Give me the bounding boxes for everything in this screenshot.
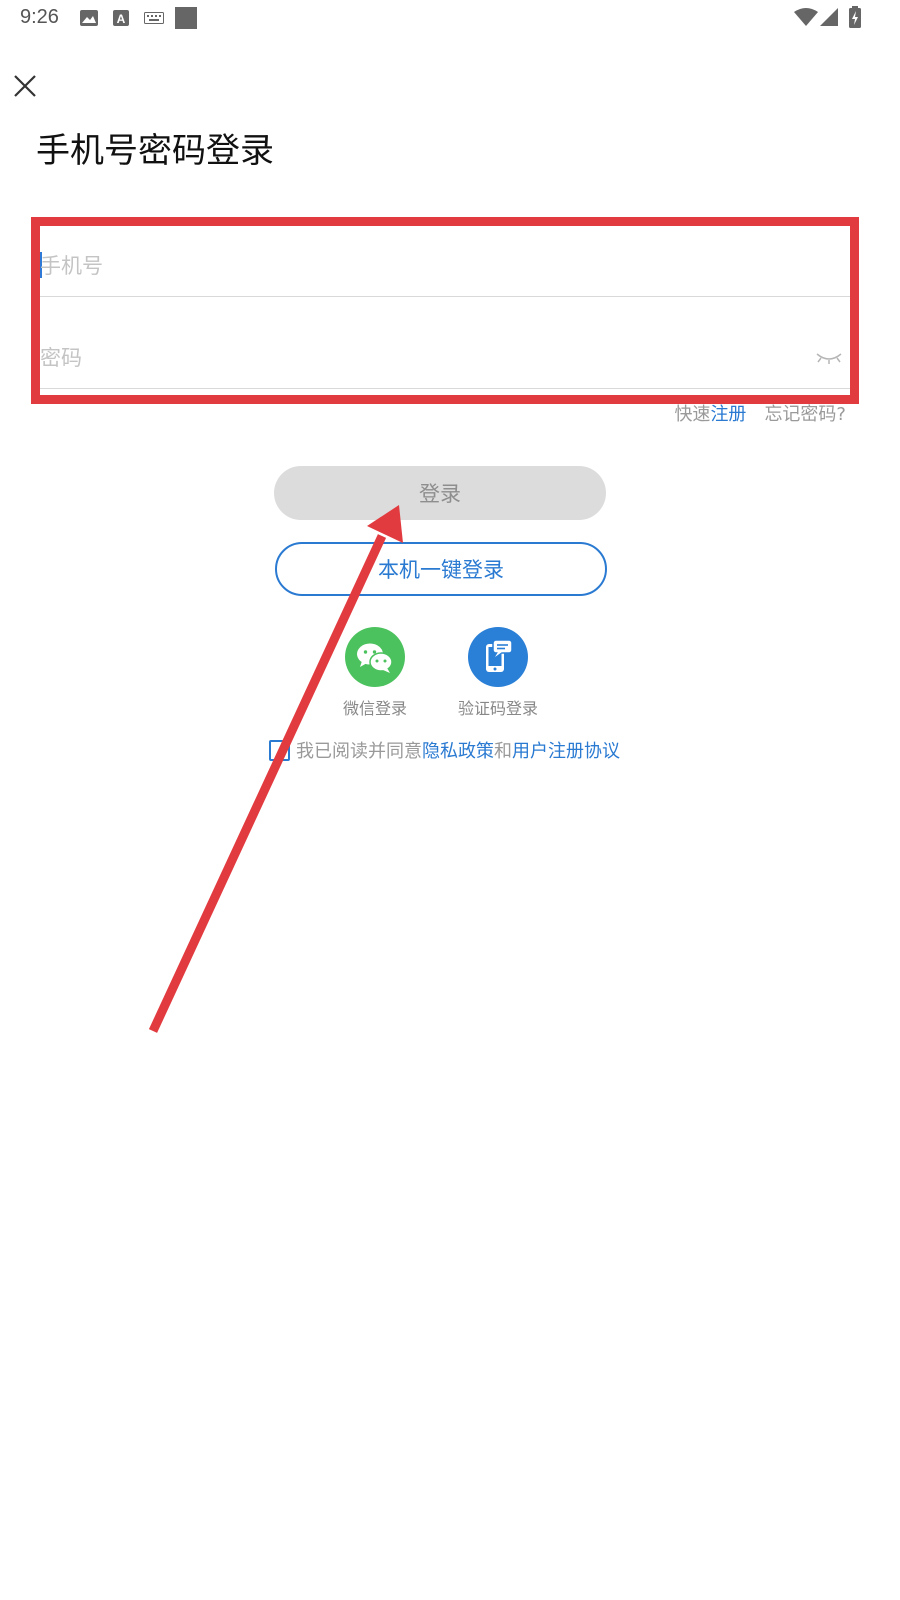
square-icon bbox=[175, 7, 197, 29]
image-icon bbox=[80, 10, 98, 26]
agreement-checkbox[interactable] bbox=[269, 740, 290, 761]
text-a-icon: A bbox=[113, 10, 129, 26]
status-bar: 9:26 A bbox=[0, 0, 900, 40]
phone-field bbox=[40, 236, 850, 297]
phone-input[interactable] bbox=[40, 244, 800, 288]
svg-text:A: A bbox=[117, 12, 126, 26]
quick-register-prefix: 快速 bbox=[674, 404, 711, 425]
wifi-icon bbox=[794, 8, 818, 26]
keyboard-icon bbox=[144, 12, 164, 24]
agreement-row: 我已阅读并同意隐私政策和用户注册协议 bbox=[269, 737, 620, 763]
wechat-login-label: 微信登录 bbox=[342, 699, 407, 718]
password-input[interactable] bbox=[40, 336, 800, 380]
aux-links: 快速注册 忘记密码? bbox=[674, 400, 846, 426]
agreement-and: 和 bbox=[494, 741, 512, 762]
login-button[interactable]: 登录 bbox=[274, 466, 606, 520]
wechat-icon bbox=[345, 627, 405, 687]
password-field bbox=[40, 328, 850, 389]
agreement-prefix: 我已阅读并同意 bbox=[296, 741, 422, 762]
signal-icon bbox=[820, 8, 838, 26]
wechat-login-option[interactable]: 微信登录 bbox=[310, 627, 440, 719]
privacy-policy-link[interactable]: 隐私政策 bbox=[422, 741, 494, 762]
status-time: 9:26 bbox=[20, 6, 59, 28]
sms-code-login-option[interactable]: 验证码登录 bbox=[433, 627, 563, 719]
eye-closed-icon[interactable] bbox=[814, 348, 844, 368]
user-agreement-link[interactable]: 用户注册协议 bbox=[512, 741, 620, 762]
forgot-password-link[interactable]: 忘记密码? bbox=[764, 404, 846, 425]
page-title: 手机号密码登录 bbox=[36, 131, 274, 171]
phone-sms-icon bbox=[468, 627, 528, 687]
battery-icon bbox=[849, 6, 861, 28]
register-link[interactable]: 注册 bbox=[710, 404, 746, 425]
sms-code-login-label: 验证码登录 bbox=[457, 699, 538, 718]
one-key-login-button[interactable]: 本机一键登录 bbox=[275, 542, 607, 596]
close-button[interactable] bbox=[6, 67, 44, 105]
close-icon bbox=[14, 75, 36, 97]
